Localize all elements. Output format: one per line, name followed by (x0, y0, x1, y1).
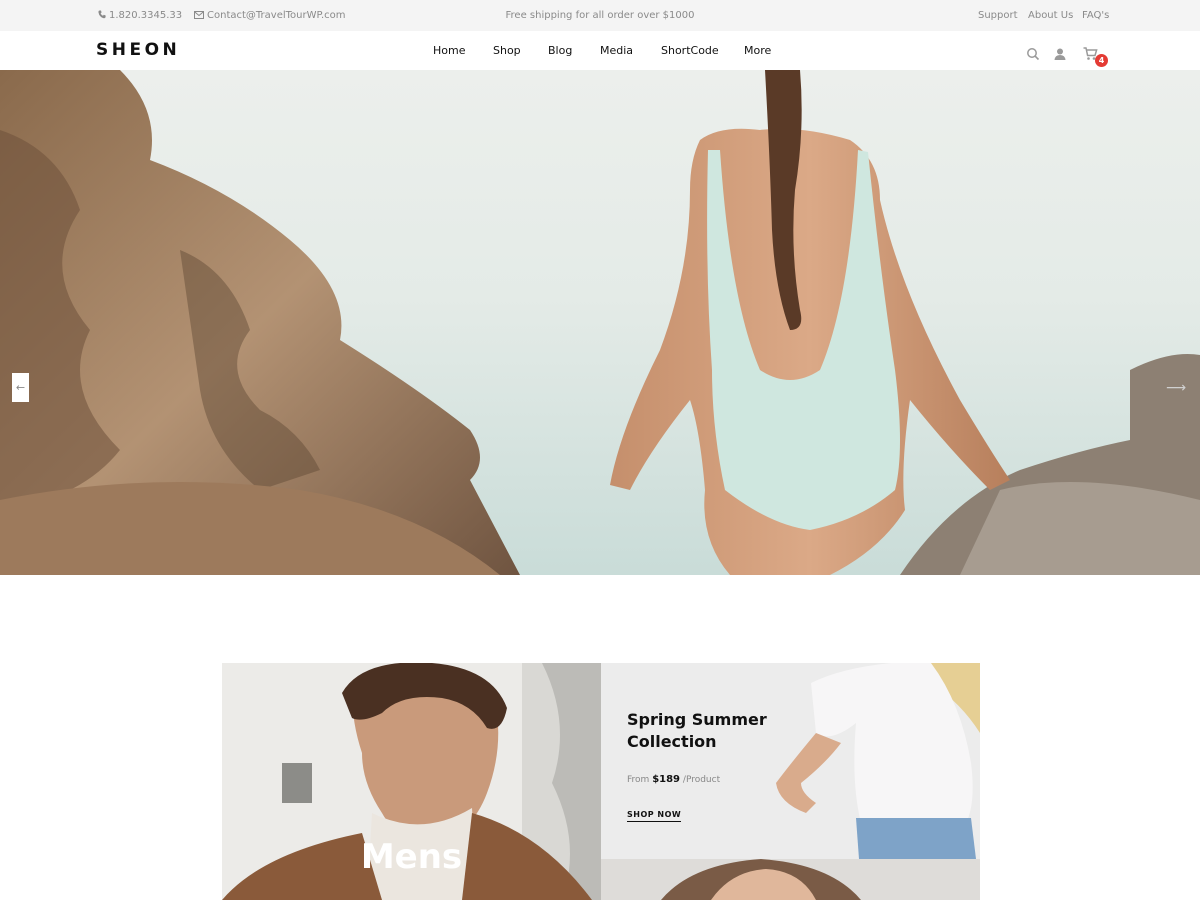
nav-shop[interactable]: Shop (493, 44, 521, 57)
spring-price-line: From $189 /Product (627, 774, 720, 785)
price-suffix: /Product (682, 775, 721, 785)
site-logo[interactable]: SHEON (96, 40, 180, 60)
mens-collection-tile[interactable]: Mens (222, 663, 601, 900)
user-icon[interactable] (1053, 46, 1067, 60)
women-model-image (601, 859, 980, 900)
nav-home[interactable]: Home (433, 44, 465, 57)
spring-summer-tile[interactable]: Spring Summer Collection From $189 /Prod… (601, 663, 980, 859)
hero-prev-arrow[interactable]: ← (12, 373, 29, 402)
top-bar: 1.820.3345.33 Contact@TravelTourWP.com F… (0, 0, 1200, 31)
shipping-notice: Free shipping for all order over $1000 (505, 10, 695, 21)
womens-collection-tile[interactable] (601, 859, 980, 900)
hero-image (0, 70, 1200, 575)
shop-now-link[interactable]: SHOP NOW (627, 810, 682, 822)
faqs-link[interactable]: FAQ's (1082, 10, 1109, 21)
hero-next-arrow[interactable]: ⟶ (1166, 378, 1186, 398)
price-value: $189 (652, 774, 681, 785)
cart-count-badge: 4 (1095, 54, 1108, 67)
spring-collection-title: Spring Summer Collection (627, 710, 767, 751)
nav-blog[interactable]: Blog (548, 44, 572, 57)
support-link[interactable]: Support (978, 10, 1018, 21)
search-icon[interactable] (1026, 46, 1040, 61)
nav-shortcode[interactable]: ShortCode (661, 44, 719, 57)
main-header: SHEON Home Shop Blog Media ShortCode Mor… (0, 31, 1200, 70)
mens-label: Mens (360, 837, 463, 877)
price-prefix: From (627, 775, 650, 785)
nav-media[interactable]: Media (600, 44, 633, 57)
about-us-link[interactable]: About Us (1028, 10, 1073, 21)
hero-slider[interactable]: ← ⟶ (0, 70, 1200, 575)
spring-model-image (601, 663, 980, 859)
nav-more[interactable]: More (744, 44, 771, 57)
